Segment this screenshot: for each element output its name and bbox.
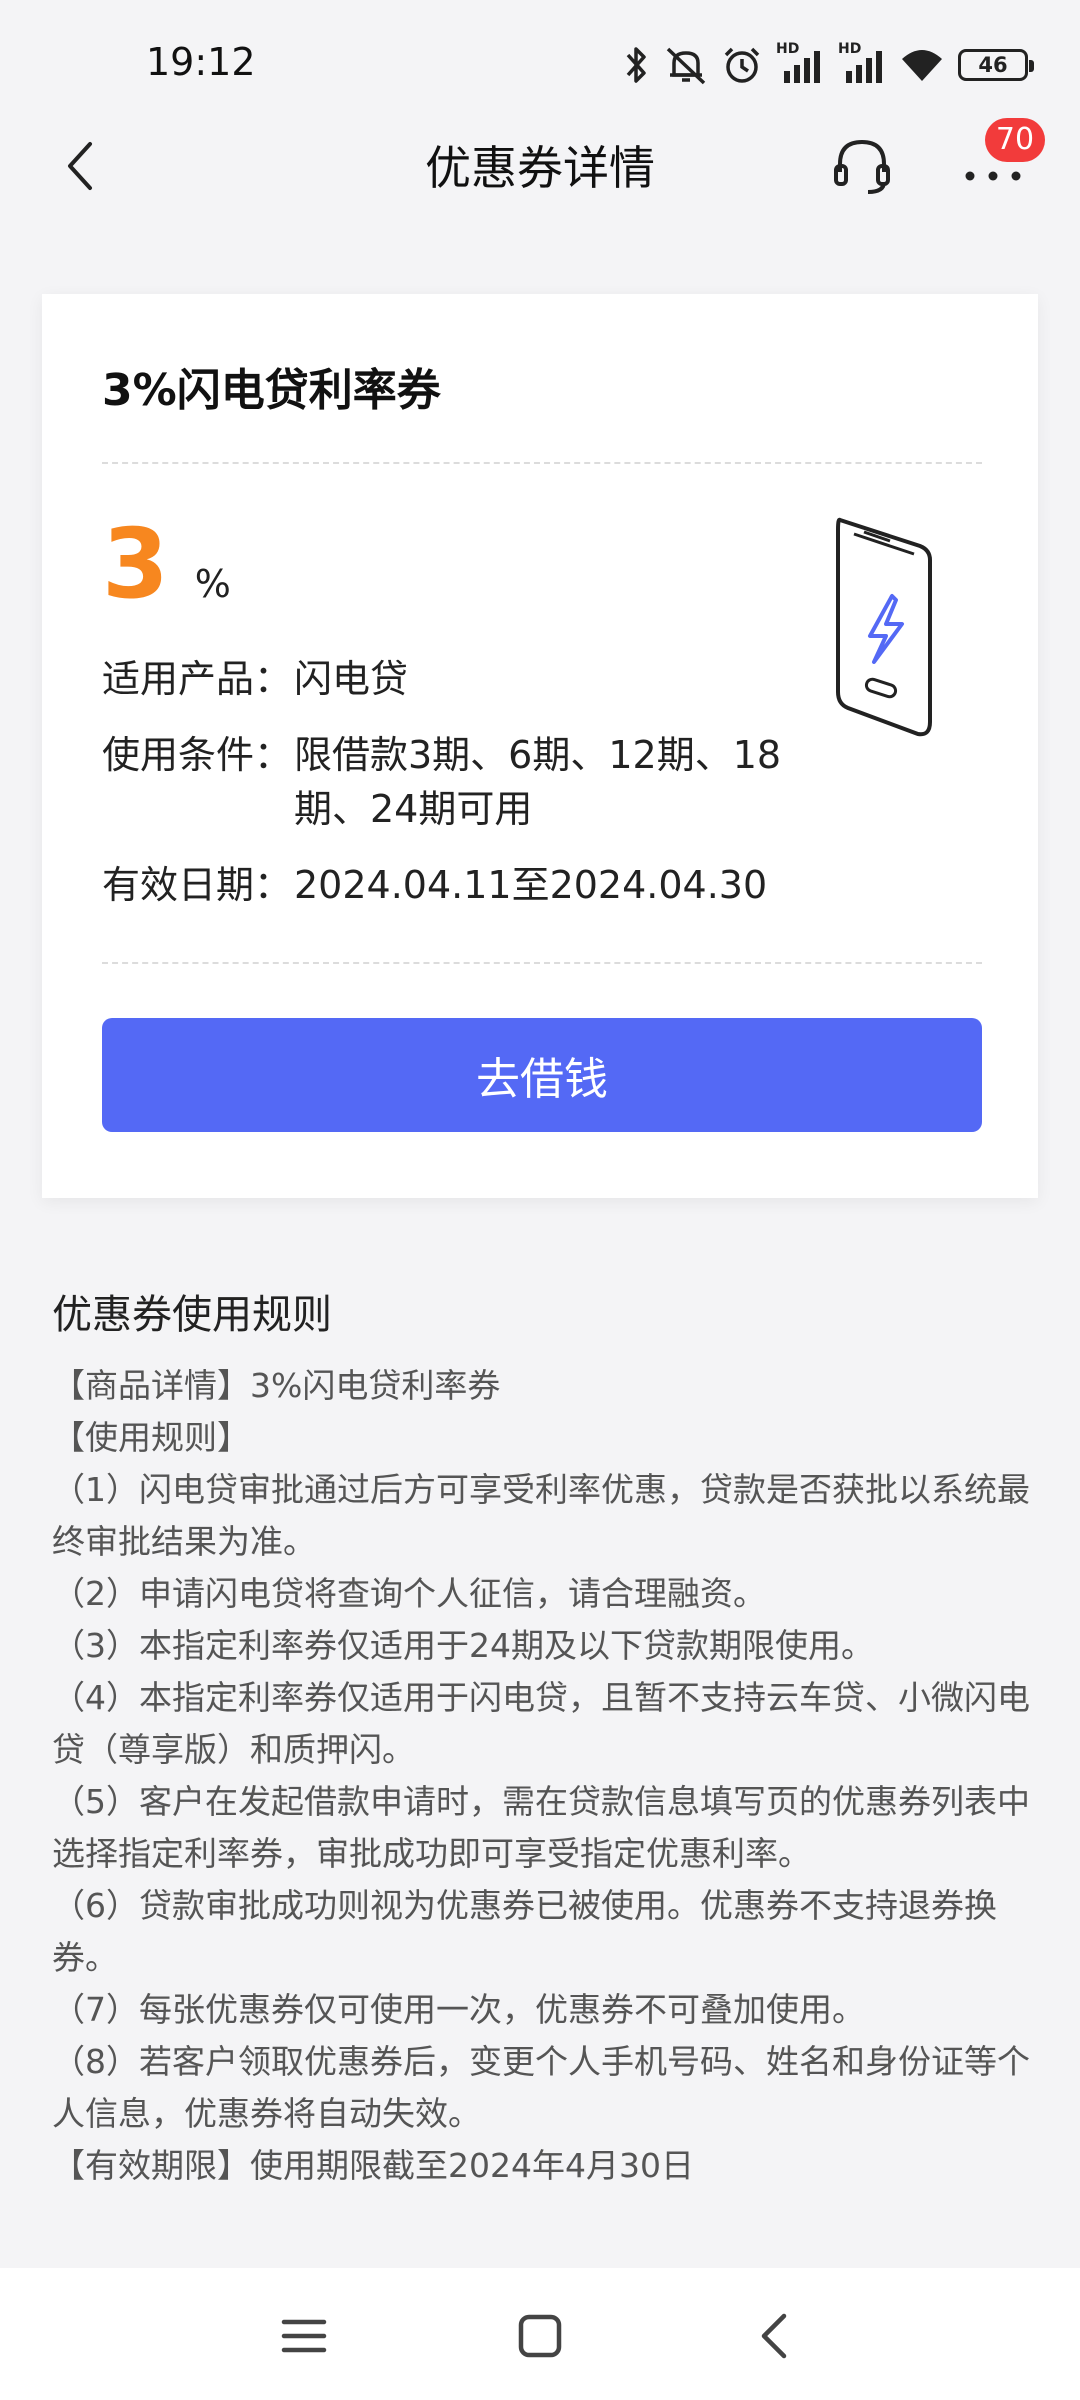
status-icons: HD HD 46: [622, 40, 1034, 90]
wifi-icon: [902, 50, 942, 81]
rules-list: 【商品详情】3%闪电贷利率券 【使用规则】 （1）闪电贷审批通过后方可享受利率优…: [52, 1360, 1032, 2192]
rule-line: （1）闪电贷审批通过后方可享受利率优惠，贷款是否获批以系统最终审批结果为准。: [52, 1470, 1030, 1561]
bluetooth-icon: [626, 47, 646, 83]
signal-2: HD: [838, 41, 886, 85]
rule-line: （7）每张优惠券仅可使用一次，优惠券不可叠加使用。: [52, 1990, 865, 2029]
rule-line: 【使用规则】: [52, 1418, 250, 1457]
validity-row: 有效日期： 2024.04.11至2024.04.30: [102, 858, 794, 912]
card-edge-top: [42, 294, 1038, 304]
card-edge-bottom: [42, 1188, 1038, 1198]
rule-line: 【商品详情】3%闪电贷利率券: [52, 1366, 501, 1405]
condition-value: 限借款3期、6期、12期、18期、24期可用: [294, 733, 782, 831]
rules-title: 优惠券使用规则: [52, 1292, 332, 1338]
page-title: 优惠券详情: [425, 141, 655, 195]
divider: [102, 962, 982, 964]
validity-label: 有效日期：: [102, 863, 293, 907]
message-badge: 70: [985, 118, 1045, 162]
coupon-card: 3%闪电贷利率券 3 % 适用产品： 闪电贷 使用条件： 限借款3期、6期、12…: [42, 294, 1038, 1198]
status-time: 19:12: [146, 40, 256, 84]
rule-line: （2）申请闪电贷将查询个人征信，请合理融资。: [52, 1574, 766, 1613]
signal-icon: [846, 51, 882, 83]
rule-line: （3）本指定利率券仅适用于24期及以下贷款期限使用。: [52, 1626, 874, 1665]
alarm-icon: [724, 47, 760, 83]
rule-line: （6）贷款审批成功则视为优惠券已被使用。优惠券不支持退券换券。: [52, 1886, 997, 1977]
rule-line: 【有效期限】使用期限截至2024年4月30日: [52, 2146, 694, 2185]
product-value: 闪电贷: [294, 657, 409, 701]
coupon-name: 3%闪电贷利率券: [102, 365, 441, 416]
menu-icon[interactable]: [276, 2308, 332, 2364]
product-label: 适用产品：: [102, 657, 293, 701]
borrow-button[interactable]: 去借钱: [102, 1018, 982, 1132]
rule-line: （8）若客户领取优惠券后，变更个人手机号码、姓名和身份证等个人信息，优惠券将自动…: [52, 2042, 1030, 2133]
divider: [102, 462, 982, 464]
rule-line: （4）本指定利率券仅适用于闪电贷，且暂不支持云车贷、小微闪电贷（尊享版）和质押闪…: [52, 1678, 1030, 1769]
nav-bar: 优惠券详情: [0, 110, 1080, 220]
signal-1: HD: [776, 41, 824, 85]
system-nav-bar: [0, 2268, 1080, 2400]
back-icon[interactable]: [748, 2308, 804, 2364]
rate-value: 3: [102, 508, 169, 620]
product-row: 适用产品： 闪电贷: [102, 652, 794, 706]
headset-icon[interactable]: [830, 134, 894, 198]
signal-icon: [784, 51, 820, 83]
condition-row: 使用条件： 限借款3期、6期、12期、18期、24期可用: [102, 728, 794, 836]
rate-unit: %: [194, 562, 231, 606]
home-icon[interactable]: [512, 2308, 568, 2364]
phone-lightning-icon: [836, 517, 932, 737]
validity-value: 2024.04.11至2024.04.30: [294, 863, 768, 907]
mute-icon: [666, 47, 706, 85]
condition-label: 使用条件：: [102, 733, 293, 777]
rule-line: （5）客户在发起借款申请时，需在贷款信息填写页的优惠券列表中选择指定利率券，审批…: [52, 1782, 1030, 1873]
battery-icon: 46: [958, 49, 1034, 81]
coupon-rate: 3 %: [102, 508, 231, 620]
